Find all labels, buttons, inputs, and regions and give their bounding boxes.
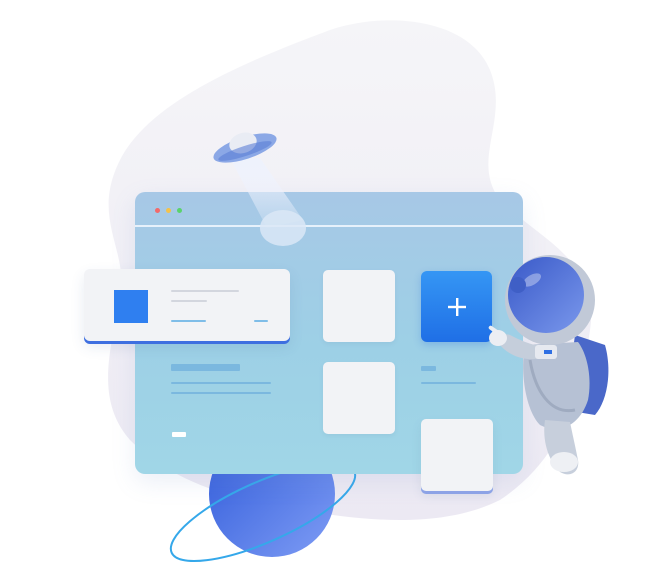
card-meta-line <box>254 320 268 322</box>
card-text-line <box>171 290 239 292</box>
text-line-placeholder <box>421 382 476 384</box>
browser-titlebar-divider <box>135 225 523 227</box>
text-line-placeholder <box>171 392 271 394</box>
plus-icon <box>447 297 466 316</box>
window-close-dot <box>155 208 160 213</box>
card-thumbnail <box>114 290 148 323</box>
text-line-placeholder <box>171 382 271 384</box>
ufo-icon <box>213 132 306 246</box>
small-button-placeholder[interactable] <box>172 432 186 437</box>
heading-placeholder <box>171 364 240 371</box>
grid-tile[interactable] <box>323 270 395 342</box>
card-meta-line <box>171 320 206 322</box>
window-maximize-dot <box>177 208 182 213</box>
label-placeholder <box>421 366 436 371</box>
astronaut-icon <box>488 255 609 475</box>
window-minimize-dot <box>166 208 171 213</box>
grid-tile[interactable] <box>323 362 395 434</box>
card-text-line <box>171 300 207 302</box>
